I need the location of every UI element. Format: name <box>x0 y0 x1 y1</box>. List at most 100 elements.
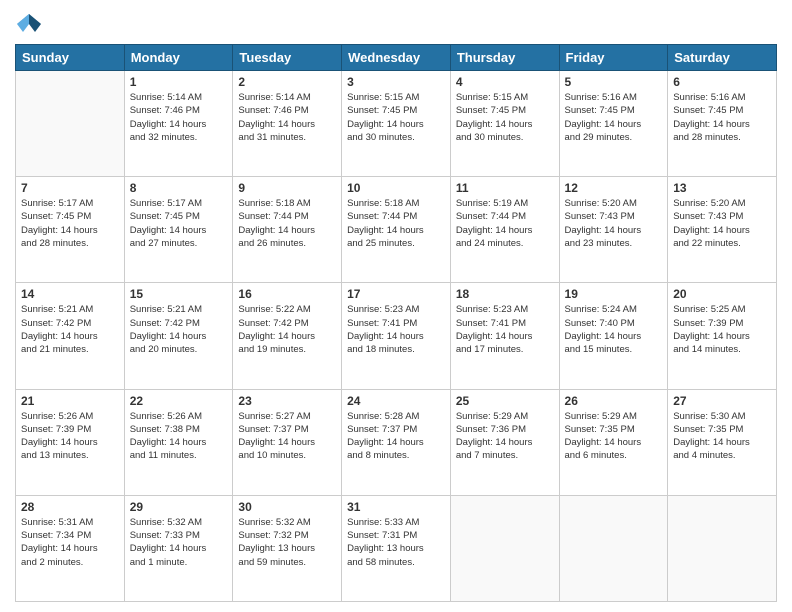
day-number: 7 <box>21 181 119 195</box>
day-info: Sunrise: 5:33 AM Sunset: 7:31 PM Dayligh… <box>347 516 445 569</box>
weekday-header-sunday: Sunday <box>16 45 125 71</box>
day-number: 23 <box>238 394 336 408</box>
calendar-cell <box>559 495 668 601</box>
day-info: Sunrise: 5:15 AM Sunset: 7:45 PM Dayligh… <box>347 91 445 144</box>
calendar-cell: 30Sunrise: 5:32 AM Sunset: 7:32 PM Dayli… <box>233 495 342 601</box>
calendar-cell: 18Sunrise: 5:23 AM Sunset: 7:41 PM Dayli… <box>450 283 559 389</box>
calendar-cell: 6 Sunrise: 5:16 AM Sunset: 7:45 PM Daylig… <box>668 71 777 177</box>
day-info: Sunrise: 5:25 AM Sunset: 7:39 PM Dayligh… <box>673 303 771 356</box>
calendar-cell: 15 Sunrise: 5:21 AM Sunset: 7:42 PM Dayli… <box>124 283 233 389</box>
calendar-cell: 19 Sunrise: 5:24 AM Sunset: 7:40 PM Dayli… <box>559 283 668 389</box>
calendar-week-5: 28 Sunrise: 5:31 AM Sunset: 7:34 PM Dayli… <box>16 495 777 601</box>
day-number: 15 <box>130 287 228 301</box>
calendar-cell: 3 Sunrise: 5:15 AM Sunset: 7:45 PM Daylig… <box>342 71 451 177</box>
calendar-cell: 28 Sunrise: 5:31 AM Sunset: 7:34 PM Dayli… <box>16 495 125 601</box>
day-number: 6 <box>673 75 771 89</box>
day-number: 14 <box>21 287 119 301</box>
weekday-header-wednesday: Wednesday <box>342 45 451 71</box>
day-info: Sunrise: 5:31 AM Sunset: 7:34 PM Dayligh… <box>21 516 119 569</box>
day-number: 19 <box>565 287 663 301</box>
calendar-cell <box>450 495 559 601</box>
day-number: 20 <box>673 287 771 301</box>
day-number: 31 <box>347 500 445 514</box>
day-info: Sunrise: 5:18 AM Sunset: 7:44 PM Dayligh… <box>347 197 445 250</box>
calendar-cell <box>668 495 777 601</box>
calendar-header-row: SundayMondayTuesdayWednesdayThursdayFrid… <box>16 45 777 71</box>
day-number: 9 <box>238 181 336 195</box>
calendar-cell: 13 Sunrise: 5:20 AM Sunset: 7:43 PM Dayli… <box>668 177 777 283</box>
calendar-cell: 2Sunrise: 5:14 AM Sunset: 7:46 PM Daylig… <box>233 71 342 177</box>
calendar-cell: 16 Sunrise: 5:22 AM Sunset: 7:42 PM Dayli… <box>233 283 342 389</box>
day-info: Sunrise: 5:19 AM Sunset: 7:44 PM Dayligh… <box>456 197 554 250</box>
weekday-header-saturday: Saturday <box>668 45 777 71</box>
day-number: 16 <box>238 287 336 301</box>
calendar-cell: 24 Sunrise: 5:28 AM Sunset: 7:37 PM Dayli… <box>342 389 451 495</box>
day-info: Sunrise: 5:24 AM Sunset: 7:40 PM Dayligh… <box>565 303 663 356</box>
day-info: Sunrise: 5:14 AM Sunset: 7:46 PM Dayligh… <box>130 91 228 144</box>
calendar-cell: 23 Sunrise: 5:27 AM Sunset: 7:37 PM Dayli… <box>233 389 342 495</box>
weekday-header-tuesday: Tuesday <box>233 45 342 71</box>
calendar-week-3: 14 Sunrise: 5:21 AM Sunset: 7:42 PM Dayli… <box>16 283 777 389</box>
day-info: Sunrise: 5:22 AM Sunset: 7:42 PM Dayligh… <box>238 303 336 356</box>
header <box>15 10 777 38</box>
day-number: 13 <box>673 181 771 195</box>
day-number: 5 <box>565 75 663 89</box>
day-number: 21 <box>21 394 119 408</box>
calendar-cell: 29 Sunrise: 5:32 AM Sunset: 7:33 PM Dayli… <box>124 495 233 601</box>
day-number: 28 <box>21 500 119 514</box>
page: SundayMondayTuesdayWednesdayThursdayFrid… <box>0 0 792 612</box>
day-info: Sunrise: 5:26 AM Sunset: 7:38 PM Dayligh… <box>130 410 228 463</box>
day-info: Sunrise: 5:28 AM Sunset: 7:37 PM Dayligh… <box>347 410 445 463</box>
day-info: Sunrise: 5:27 AM Sunset: 7:37 PM Dayligh… <box>238 410 336 463</box>
day-info: Sunrise: 5:16 AM Sunset: 7:45 PM Dayligh… <box>673 91 771 144</box>
day-info: Sunrise: 5:32 AM Sunset: 7:33 PM Dayligh… <box>130 516 228 569</box>
calendar-cell: 12 Sunrise: 5:20 AM Sunset: 7:43 PM Dayli… <box>559 177 668 283</box>
day-number: 1 <box>130 75 228 89</box>
day-info: Sunrise: 5:29 AM Sunset: 7:35 PM Dayligh… <box>565 410 663 463</box>
day-info: Sunrise: 5:30 AM Sunset: 7:35 PM Dayligh… <box>673 410 771 463</box>
day-number: 29 <box>130 500 228 514</box>
calendar-cell: 5 Sunrise: 5:16 AM Sunset: 7:45 PM Daylig… <box>559 71 668 177</box>
day-info: Sunrise: 5:21 AM Sunset: 7:42 PM Dayligh… <box>130 303 228 356</box>
calendar-table: SundayMondayTuesdayWednesdayThursdayFrid… <box>15 44 777 602</box>
weekday-header-monday: Monday <box>124 45 233 71</box>
weekday-header-friday: Friday <box>559 45 668 71</box>
calendar-cell: 10 Sunrise: 5:18 AM Sunset: 7:44 PM Dayli… <box>342 177 451 283</box>
calendar-week-2: 7 Sunrise: 5:17 AM Sunset: 7:45 PM Daylig… <box>16 177 777 283</box>
calendar-cell: 25Sunrise: 5:29 AM Sunset: 7:36 PM Dayli… <box>450 389 559 495</box>
day-number: 17 <box>347 287 445 301</box>
day-info: Sunrise: 5:20 AM Sunset: 7:43 PM Dayligh… <box>565 197 663 250</box>
calendar-cell: 26 Sunrise: 5:29 AM Sunset: 7:35 PM Dayli… <box>559 389 668 495</box>
calendar-cell: 7 Sunrise: 5:17 AM Sunset: 7:45 PM Daylig… <box>16 177 125 283</box>
day-number: 8 <box>130 181 228 195</box>
calendar-cell: 27Sunrise: 5:30 AM Sunset: 7:35 PM Dayli… <box>668 389 777 495</box>
calendar-week-4: 21Sunrise: 5:26 AM Sunset: 7:39 PM Dayli… <box>16 389 777 495</box>
logo <box>15 10 47 38</box>
day-info: Sunrise: 5:16 AM Sunset: 7:45 PM Dayligh… <box>565 91 663 144</box>
day-number: 3 <box>347 75 445 89</box>
calendar-cell: 22 Sunrise: 5:26 AM Sunset: 7:38 PM Dayli… <box>124 389 233 495</box>
day-info: Sunrise: 5:17 AM Sunset: 7:45 PM Dayligh… <box>130 197 228 250</box>
day-number: 22 <box>130 394 228 408</box>
day-number: 12 <box>565 181 663 195</box>
calendar-week-1: 1 Sunrise: 5:14 AM Sunset: 7:46 PM Daylig… <box>16 71 777 177</box>
day-number: 26 <box>565 394 663 408</box>
calendar-cell: 11Sunrise: 5:19 AM Sunset: 7:44 PM Dayli… <box>450 177 559 283</box>
day-info: Sunrise: 5:17 AM Sunset: 7:45 PM Dayligh… <box>21 197 119 250</box>
calendar-cell: 14 Sunrise: 5:21 AM Sunset: 7:42 PM Dayli… <box>16 283 125 389</box>
day-info: Sunrise: 5:20 AM Sunset: 7:43 PM Dayligh… <box>673 197 771 250</box>
day-info: Sunrise: 5:32 AM Sunset: 7:32 PM Dayligh… <box>238 516 336 569</box>
day-info: Sunrise: 5:21 AM Sunset: 7:42 PM Dayligh… <box>21 303 119 356</box>
calendar-cell <box>16 71 125 177</box>
logo-icon <box>15 10 43 38</box>
day-number: 24 <box>347 394 445 408</box>
day-info: Sunrise: 5:18 AM Sunset: 7:44 PM Dayligh… <box>238 197 336 250</box>
day-number: 25 <box>456 394 554 408</box>
day-info: Sunrise: 5:15 AM Sunset: 7:45 PM Dayligh… <box>456 91 554 144</box>
day-info: Sunrise: 5:23 AM Sunset: 7:41 PM Dayligh… <box>347 303 445 356</box>
day-number: 10 <box>347 181 445 195</box>
day-number: 18 <box>456 287 554 301</box>
calendar-cell: 17 Sunrise: 5:23 AM Sunset: 7:41 PM Dayli… <box>342 283 451 389</box>
calendar-cell: 31 Sunrise: 5:33 AM Sunset: 7:31 PM Dayli… <box>342 495 451 601</box>
weekday-header-thursday: Thursday <box>450 45 559 71</box>
